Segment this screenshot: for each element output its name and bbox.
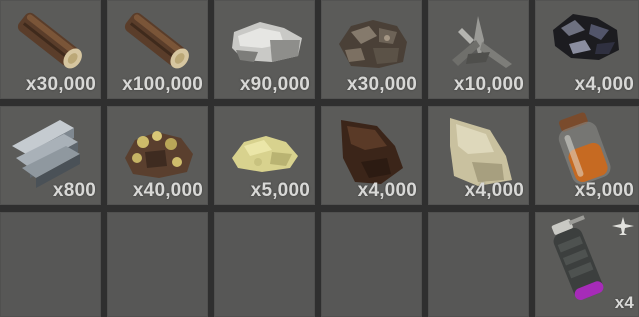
airplane-icon bbox=[612, 217, 634, 235]
inventory-slot-sulfur-ore[interactable]: x40,000 bbox=[107, 106, 208, 205]
inventory-slot-low-grade-fuel[interactable]: x5,000 bbox=[535, 106, 639, 205]
inventory-slot-leather[interactable]: x4,000 bbox=[321, 106, 422, 205]
quantity-label: x10,000 bbox=[453, 74, 524, 95]
quantity-label: x5,000 bbox=[250, 180, 310, 201]
inventory-slot-cloth[interactable]: x4,000 bbox=[428, 106, 529, 205]
quantity-label: x90,000 bbox=[239, 74, 310, 95]
inventory-slot-empty[interactable] bbox=[321, 212, 422, 317]
inventory-slot-empty[interactable] bbox=[214, 212, 315, 317]
inventory-slot-metal-ore[interactable]: x30,000 bbox=[321, 0, 422, 99]
inventory-slot-metal-fragments[interactable]: x10,000 bbox=[428, 0, 529, 99]
inventory-grid: x30,000 x100,000 x90,000 x30,000 x10,000… bbox=[0, 0, 639, 317]
inventory-slot-stones[interactable]: x90,000 bbox=[214, 0, 315, 99]
inventory-slot-empty[interactable] bbox=[428, 212, 529, 317]
inventory-slot-wood[interactable]: x100,000 bbox=[107, 0, 208, 99]
inventory-slot-sulfur[interactable]: x5,000 bbox=[214, 106, 315, 205]
inventory-slot-charcoal[interactable]: x4,000 bbox=[535, 0, 639, 99]
quantity-label: x4 bbox=[614, 293, 634, 312]
quantity-label: x30,000 bbox=[25, 74, 96, 95]
inventory-slot-hq-metal[interactable]: x800 bbox=[0, 106, 101, 205]
quantity-label: x800 bbox=[52, 180, 96, 201]
inventory-slot-empty[interactable] bbox=[0, 212, 101, 317]
quantity-label: x100,000 bbox=[122, 74, 203, 95]
quantity-label: x4,000 bbox=[357, 180, 417, 201]
quantity-label: x4,000 bbox=[574, 74, 634, 95]
quantity-label: x40,000 bbox=[132, 180, 203, 201]
inventory-slot-wood[interactable]: x30,000 bbox=[0, 0, 101, 99]
inventory-slot-supply-signal[interactable]: x4 bbox=[535, 212, 639, 317]
inventory-slot-empty[interactable] bbox=[107, 212, 208, 317]
quantity-label: x30,000 bbox=[346, 74, 417, 95]
quantity-label: x5,000 bbox=[574, 180, 634, 201]
quantity-label: x4,000 bbox=[464, 180, 524, 201]
